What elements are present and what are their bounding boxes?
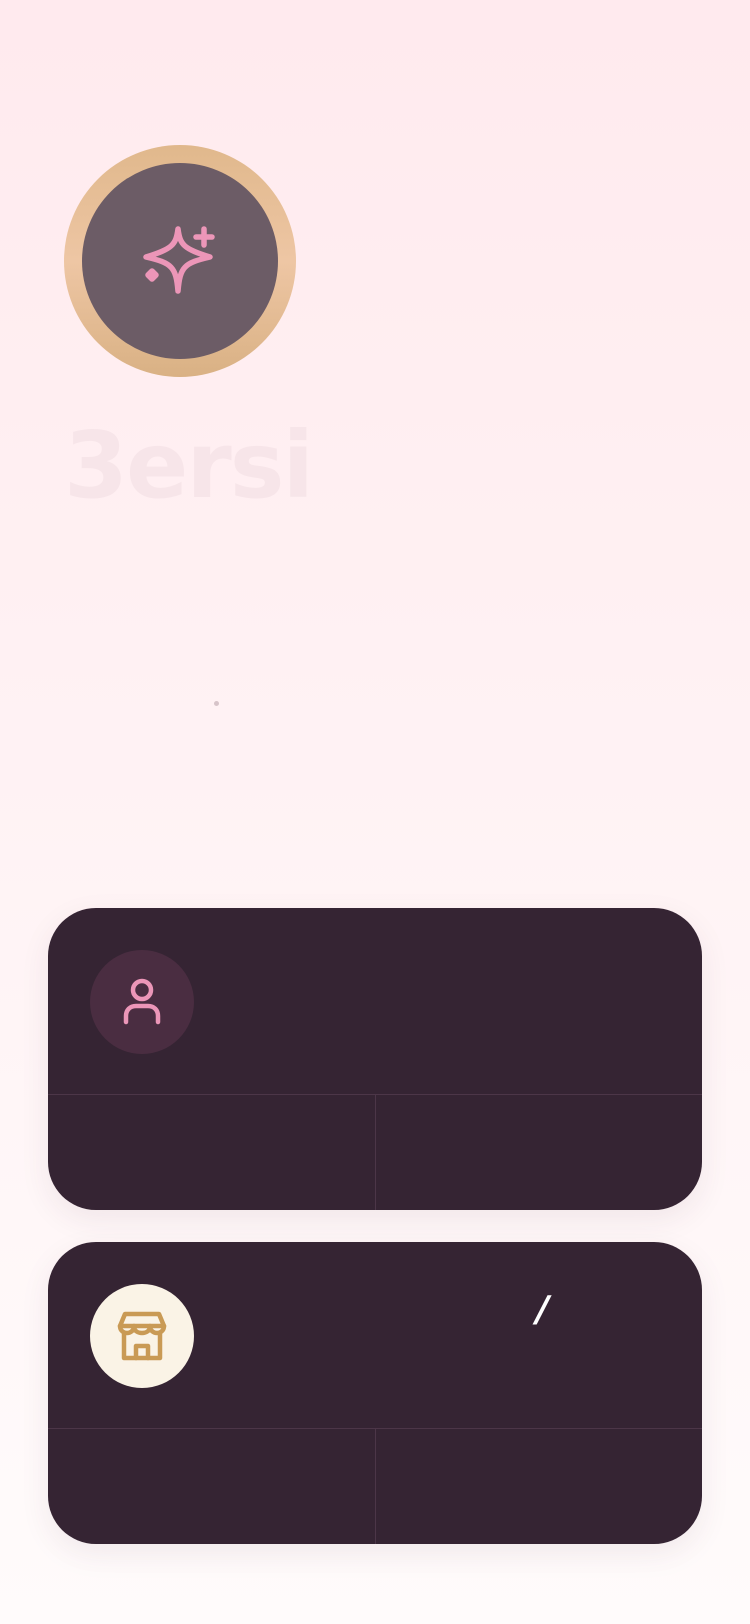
customer-card-action-left[interactable] (48, 1095, 376, 1210)
brand-name: 3ersi (64, 412, 314, 519)
merchant-card-actions (48, 1429, 702, 1544)
app-logo-inner (82, 163, 278, 359)
merchant-card-action-right[interactable] (376, 1429, 703, 1544)
merchant-card-action-left[interactable] (48, 1429, 376, 1544)
merchant-card-header[interactable]: / (48, 1242, 702, 1429)
app-logo (64, 145, 296, 377)
loading-dot (214, 701, 219, 706)
customer-card-action-right[interactable] (376, 1095, 703, 1210)
merchant-role-card[interactable]: / (48, 1242, 702, 1544)
customer-icon-badge (90, 950, 194, 1054)
merchant-icon-badge (90, 1284, 194, 1388)
customer-role-card[interactable] (48, 908, 702, 1210)
store-icon (117, 1311, 167, 1361)
sparkles-icon (143, 226, 215, 294)
merchant-title-fragment: / (536, 1289, 550, 1330)
customer-card-header[interactable] (48, 908, 702, 1095)
customer-card-actions (48, 1095, 702, 1210)
user-icon (123, 978, 161, 1025)
